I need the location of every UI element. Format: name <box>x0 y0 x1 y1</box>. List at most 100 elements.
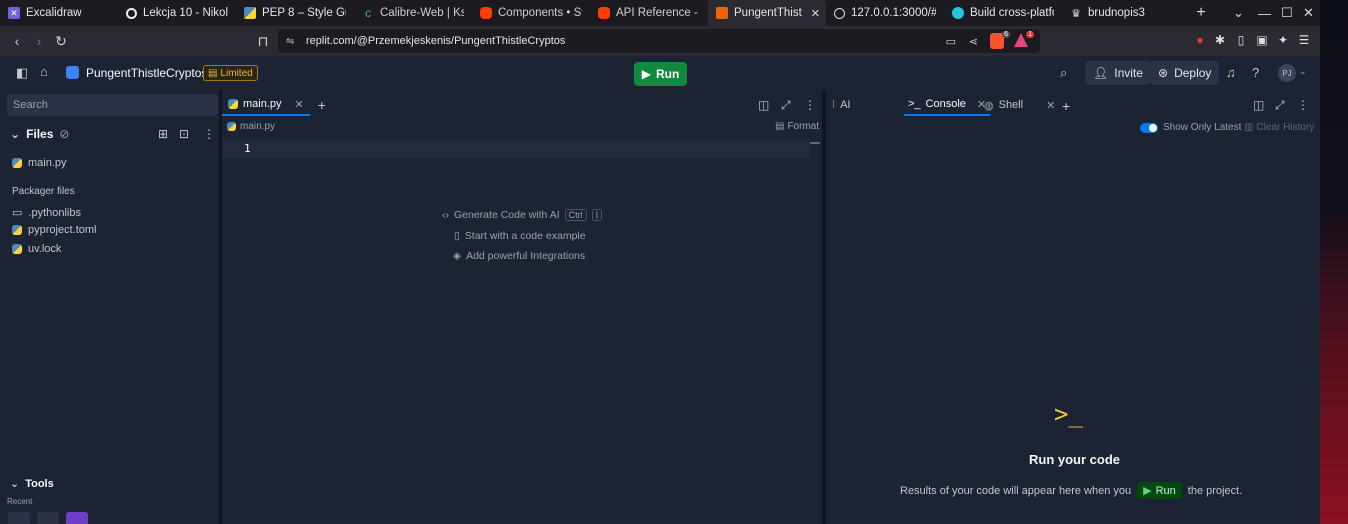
new-folder-icon[interactable]: ⊡ <box>179 127 189 141</box>
tab-ai[interactable]: ⁞ AI <box>832 94 850 116</box>
pane-divider[interactable] <box>822 90 826 524</box>
clear-history-button[interactable]: ▥ Clear History <box>1244 122 1314 133</box>
code-example-link[interactable]: ▯ Start with a code example <box>454 230 586 242</box>
replit-icon <box>716 7 728 19</box>
maximize-icon[interactable]: ☐ <box>1281 0 1293 26</box>
minimize-icon[interactable]: — <box>1258 0 1271 26</box>
url-text: replit.com/@Przemekjeskenis/PungentThist… <box>306 35 566 47</box>
i-key: I <box>591 209 603 221</box>
sidebar-toggle-icon[interactable]: ▯ <box>1233 33 1249 49</box>
home-icon[interactable]: ⌂ <box>40 64 48 79</box>
back-icon[interactable]: ‹ <box>6 33 28 49</box>
show-only-latest-label: Show Only Latest <box>1163 122 1242 133</box>
new-tab-button[interactable]: + <box>1188 4 1214 22</box>
browser-tab-excalidraw[interactable]: ✕ Excalidraw <box>0 0 118 26</box>
ai-tool-icon[interactable] <box>66 512 88 524</box>
extensions-icon[interactable]: ✱ <box>1212 33 1228 49</box>
format-button[interactable]: ▤ Format <box>775 121 819 132</box>
cast-icon[interactable]: ▭ <box>946 35 956 48</box>
close-window-icon[interactable]: ✕ <box>1303 0 1314 26</box>
brave-shields-badge: 6 <box>1002 31 1010 38</box>
browser-tab-api-reference[interactable]: API Reference - S <box>590 0 708 26</box>
avatar[interactable]: PJ <box>1278 64 1296 82</box>
scrollbar-marker[interactable] <box>810 142 820 144</box>
python-file-icon <box>228 99 238 109</box>
file-item-pyproject[interactable]: pyproject.toml <box>12 224 96 236</box>
play-icon: ▶ <box>1143 485 1152 497</box>
show-only-latest-toggle[interactable] <box>1140 123 1158 133</box>
menu-icon[interactable]: ☰ <box>1296 33 1312 49</box>
forward-icon[interactable]: › <box>28 33 50 49</box>
tab-shell[interactable]: ◍ Shell ✕ <box>984 94 1055 116</box>
wallet-icon[interactable]: ▣ <box>1254 33 1270 49</box>
browser-tab-lekcja[interactable]: Lekcja 10 - Nikola <box>118 0 236 26</box>
bookmark-icon[interactable]: ⊓ <box>252 33 274 50</box>
tab-main-py[interactable]: main.py ✕ <box>222 94 310 116</box>
share-icon[interactable]: ⋖ <box>969 35 978 48</box>
sidebar-toggle-icon[interactable]: ◧ <box>16 65 28 81</box>
more-options-icon[interactable]: ⋮ <box>203 127 215 141</box>
split-pane-icon[interactable]: ◫ <box>758 98 769 112</box>
file-item-uv-lock[interactable]: uv.lock <box>12 243 61 255</box>
expand-icon[interactable]: ⤢ <box>781 98 791 113</box>
bell-icon[interactable]: ♫ <box>1226 65 1236 80</box>
deploy-button[interactable]: ⊛ Deploy <box>1150 61 1220 85</box>
chevron-down-icon[interactable]: ⌄ <box>1299 66 1307 77</box>
globe-icon <box>834 7 845 19</box>
active-line: 1 <box>222 140 810 158</box>
add-user-icon: 👤︎ <box>1093 66 1109 80</box>
more-options-icon[interactable]: ⋮ <box>804 98 816 112</box>
browser-tab-pep8[interactable]: PEP 8 – Style Gui <box>236 0 354 26</box>
reload-icon[interactable]: ↻ <box>50 33 72 50</box>
project-name[interactable]: PungentThistleCryptos <box>86 66 207 80</box>
expand-icon[interactable]: ⤢ <box>1275 98 1285 113</box>
files-header[interactable]: ⌄ Files ⊘ <box>10 127 69 141</box>
folder-icon: ▭ <box>12 207 23 219</box>
plan-badge[interactable]: ▤ Limited <box>203 65 258 81</box>
search-icon[interactable]: ⌕ <box>1060 65 1067 81</box>
leo-ai-icon[interactable]: ✦ <box>1275 33 1291 49</box>
browser-tab-components[interactable]: Components • Sv <box>472 0 590 26</box>
browser-tab-calibre[interactable]: c Calibre-Web | Ksi <box>354 0 472 26</box>
tab-console[interactable]: >_ Console ✕ <box>904 94 991 116</box>
limited-icon: ▤ <box>208 67 218 79</box>
browser-tab-tauri[interactable]: Build cross-platfo <box>944 0 1062 26</box>
console-tool-icon[interactable] <box>8 512 30 524</box>
integrations-link[interactable]: ◈ Add powerful Integrations <box>453 250 585 262</box>
github-icon <box>126 7 137 19</box>
more-options-icon[interactable]: ⋮ <box>1297 98 1309 112</box>
file-item-main-py[interactable]: main.py <box>12 157 67 169</box>
new-file-icon[interactable]: ⊞ <box>158 127 168 141</box>
tauri-icon <box>952 7 964 19</box>
run-button[interactable]: ▶ Run <box>634 62 687 86</box>
invite-button[interactable]: 👤︎ Invite <box>1085 61 1151 85</box>
browser-tab-replit[interactable]: PungentThist ✕ <box>708 0 826 26</box>
file-icon: ▯ <box>454 230 460 242</box>
inline-run-button[interactable]: ▶ Run <box>1137 482 1182 499</box>
site-info-icon[interactable]: ⇋ <box>286 36 294 47</box>
browser-tab-localhost[interactable]: 127.0.0.1:3000/# <box>826 0 944 26</box>
search-input[interactable]: Search <box>7 94 218 116</box>
add-tab-icon[interactable]: + <box>318 97 326 113</box>
split-pane-icon[interactable]: ◫ <box>1253 98 1264 112</box>
close-icon[interactable]: ✕ <box>295 98 304 111</box>
close-tab-icon[interactable]: ✕ <box>811 7 820 20</box>
ublock-icon[interactable]: ● <box>1192 33 1208 49</box>
close-icon[interactable]: ✕ <box>1046 99 1055 112</box>
sidebar-divider[interactable] <box>220 90 222 524</box>
browser-tab-brudnopis[interactable]: ♛ brudnopis3 <box>1062 0 1180 26</box>
generate-code-ai-link[interactable]: ‹› Generate Code with AI Ctrl I <box>442 209 603 221</box>
rewards-badge: 1 <box>1026 31 1034 38</box>
url-field[interactable]: ⇋ replit.com/@Przemekjeskenis/PungentThi… <box>278 29 1040 53</box>
file-item-pythonlibs[interactable]: ▭ .pythonlibs <box>12 206 81 220</box>
tab-list-icon[interactable]: ⌄ <box>1233 0 1244 26</box>
shell-tool-icon[interactable] <box>37 512 59 524</box>
ctrl-key: Ctrl <box>564 209 587 221</box>
svelte-icon <box>480 7 492 19</box>
add-tab-icon[interactable]: + <box>1062 98 1070 114</box>
breadcrumb[interactable]: main.py <box>227 121 275 132</box>
help-icon[interactable]: ? <box>1252 65 1259 80</box>
tools-header[interactable]: ⌄ Tools <box>10 477 54 491</box>
desktop-background <box>1320 0 1348 524</box>
code-area[interactable]: 1 ‹› Generate Code with AI Ctrl I ▯ Star… <box>222 138 820 524</box>
